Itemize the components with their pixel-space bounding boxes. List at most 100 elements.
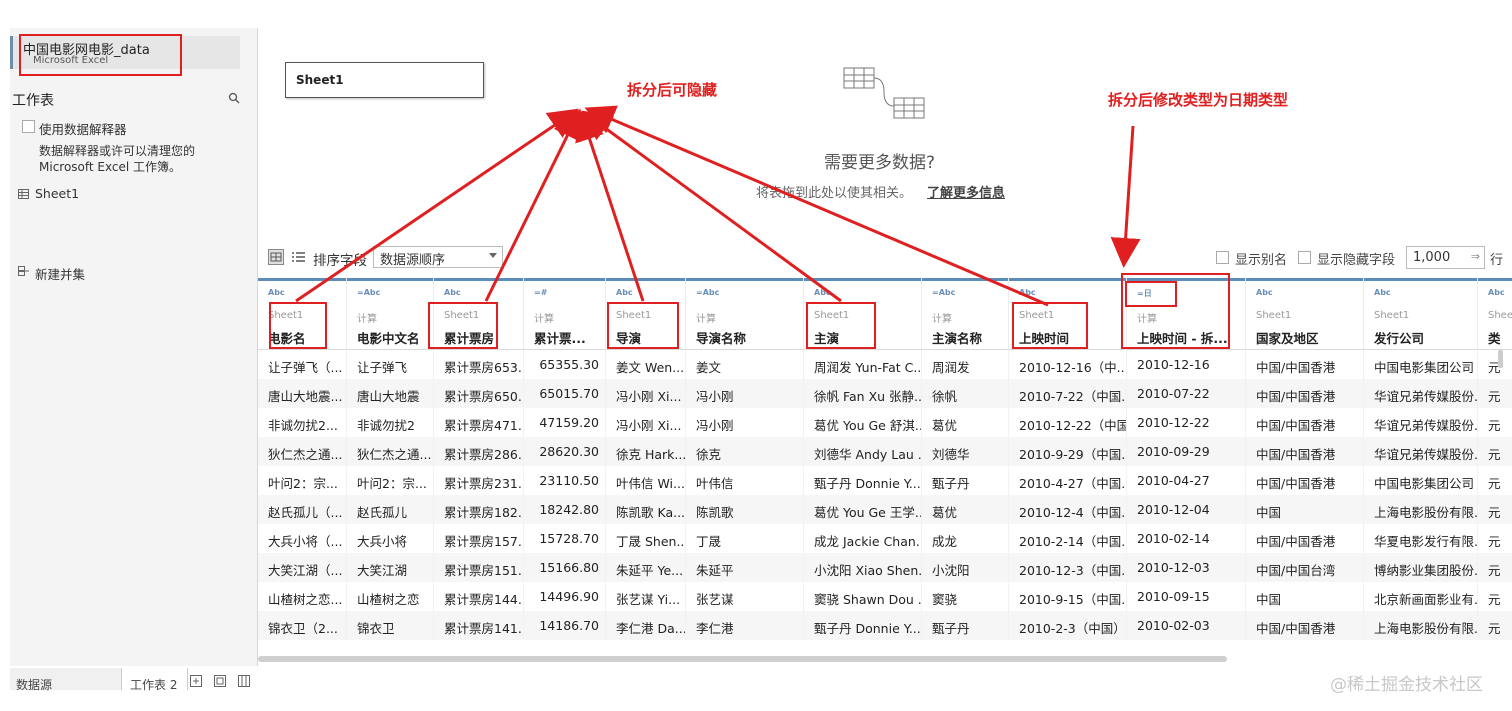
table-cell: 赵氏孤儿（... — [258, 495, 347, 524]
table-cell: 中国 — [1246, 582, 1364, 611]
rows-input[interactable]: 1,000 ⇒ — [1406, 246, 1485, 269]
table-cell: 张艺谋 Yi... — [606, 582, 686, 611]
column-header[interactable]: =Abc 计算 导演名称 — [686, 278, 804, 350]
column-3: =# 计算 累计票... 65355.30 65015.70 47159.20 28620.… — [524, 278, 606, 650]
table-cell: 徐克 Hark... — [606, 437, 686, 466]
column-header[interactable]: Abc Sheet1 主演 — [804, 278, 922, 350]
field-type-icon[interactable]: Abc — [444, 288, 461, 297]
chevron-down-icon — [489, 253, 497, 258]
field-name: 导演名称 — [696, 331, 747, 346]
interpreter-desc-1: 数据解释器或许可以清理您的 — [39, 144, 196, 158]
table-cell: 中国 — [1246, 495, 1364, 524]
new-dashboard-icon[interactable] — [214, 675, 226, 687]
table-cell: 丁晟 Shen... — [606, 524, 686, 553]
table-cell: 华谊兄弟传媒股份... — [1364, 379, 1478, 408]
table-cell: 华夏电影发行有限... — [1364, 524, 1478, 553]
table-cell: 刘德华 Andy Lau ... — [804, 437, 922, 466]
connection-type: Microsoft Excel — [33, 55, 109, 66]
column-12: AbcSheet1类元元元元元元元元元元 — [1478, 278, 1512, 650]
interpreter-checkbox[interactable] — [22, 120, 35, 133]
column-header[interactable]: Abc Sheet1 类 — [1478, 278, 1512, 350]
column-header[interactable]: Abc Sheet1 电影名 — [258, 278, 347, 350]
field-type-icon[interactable]: Abc — [1019, 288, 1036, 297]
field-type-icon[interactable]: =Abc — [696, 288, 719, 297]
field-type-icon[interactable]: Abc — [1488, 288, 1505, 297]
sort-select[interactable]: 数据源顺序 — [373, 246, 503, 268]
table-cell: 2010-12-4（中国... — [1009, 495, 1127, 524]
table-cell: 65355.30 — [524, 350, 606, 379]
table-cell: 2010-02-03 — [1127, 611, 1246, 640]
show-hidden-checkbox[interactable] — [1298, 251, 1311, 264]
table-cell: 徐帆 — [922, 379, 1009, 408]
search-icon[interactable] — [228, 92, 240, 104]
table-cell: 2010-12-3（中国... — [1009, 553, 1127, 582]
column-header[interactable]: =Abc 计算 主演名称 — [922, 278, 1009, 350]
column-1: =Abc 计算 电影中文名 让子弹飞 唐山大地震 非诚勿扰2 狄仁杰之通... 叶问2：宗..… — [347, 278, 434, 650]
header-accent — [347, 278, 433, 281]
table-cell: 中国/中国香港 — [1246, 408, 1364, 437]
table-cell: 2010-12-22 — [1127, 408, 1246, 437]
datasource-tab[interactable]: 数据源 — [10, 668, 122, 692]
data-grid: Abc Sheet1 电影名 让子弹飞（... 唐山大地震... 非诚勿扰2... 狄仁杰之… — [258, 278, 1512, 650]
table-cell: 中国/中国香港 — [1246, 524, 1364, 553]
table-cell: 让子弹飞（... — [258, 350, 347, 379]
field-type-icon[interactable]: Abc — [814, 288, 831, 297]
new-union[interactable]: 新建并集 — [35, 264, 85, 283]
column-header[interactable]: =# 计算 累计票... — [524, 278, 606, 350]
left-pane: 中国电影网电影_data Microsoft Excel 工作表 使用数据解释器… — [10, 28, 258, 666]
sidebar-sheet-item[interactable]: Sheet1 — [35, 186, 79, 201]
column-9: =日 计算 上映时间 - 拆... 2010-12-16 2010-07-22 2010-… — [1127, 278, 1246, 650]
table-cell: 上海电影股份有限... — [1364, 495, 1478, 524]
table-cell: 甄子丹 — [922, 466, 1009, 495]
annotation-split-hide: 拆分后可隐藏 — [627, 81, 718, 99]
table-cell: 14496.90 — [524, 582, 606, 611]
table-cell: 唐山大地震... — [258, 379, 347, 408]
field-type-icon[interactable]: =Abc — [357, 288, 380, 297]
field-name: 主演 — [814, 331, 840, 346]
table-cell: 锦衣卫 — [347, 611, 434, 640]
field-name: 发行公司 — [1374, 331, 1425, 346]
horizontal-scrollbar-thumb[interactable] — [258, 656, 1227, 662]
field-type-icon[interactable]: Abc — [1256, 288, 1273, 297]
field-type-icon[interactable]: Abc — [616, 288, 633, 297]
field-source: Sheet1 — [1374, 310, 1410, 321]
canvas-sheet-box[interactable]: Sheet1 — [285, 62, 484, 98]
table-cell: 元 — [1478, 553, 1512, 582]
field-type-icon[interactable]: =# — [534, 288, 547, 297]
sheet-tab[interactable]: 工作表 2 — [122, 668, 188, 692]
table-cell: 元 — [1478, 611, 1512, 640]
column-header[interactable]: =日 计算 上映时间 - 拆... — [1127, 278, 1246, 350]
new-story-icon[interactable] — [238, 675, 250, 687]
table-cell: 2010-12-22（中国... — [1009, 408, 1127, 437]
table-cell: 成龙 — [922, 524, 1009, 553]
datasource-tab-label: 数据源 — [16, 678, 53, 692]
column-header[interactable]: Abc Sheet1 导演 — [606, 278, 686, 350]
table-cell: 47159.20 — [524, 408, 606, 437]
table-cell: 葛优 — [922, 408, 1009, 437]
arrow-right-icon[interactable]: ⇒ — [1471, 250, 1480, 263]
column-header[interactable]: =Abc 计算 电影中文名 — [347, 278, 434, 350]
field-source: Sheet1 — [1256, 310, 1292, 321]
interpreter-desc-2: Microsoft Excel 工作簿。 — [39, 160, 182, 174]
table-cell: 李仁港 — [686, 611, 804, 640]
field-type-icon[interactable]: =Abc — [932, 288, 955, 297]
header-accent — [804, 278, 921, 281]
new-worksheet-icon[interactable] — [190, 675, 202, 687]
field-type-icon[interactable]: Abc — [268, 288, 285, 297]
grid-view-icon[interactable] — [268, 249, 284, 265]
column-header[interactable]: Abc Sheet1 累计票房 — [434, 278, 524, 350]
column-header[interactable]: Abc Sheet1 发行公司 — [1364, 278, 1478, 350]
table-cell: 窦骁 Shawn Dou ... — [804, 582, 922, 611]
show-alias-checkbox[interactable] — [1216, 251, 1229, 264]
list-view-icon[interactable] — [292, 251, 305, 263]
vertical-scrollbar-thumb[interactable] — [1498, 350, 1503, 368]
learn-more-link[interactable]: 了解更多信息 — [927, 182, 1005, 201]
connection-item[interactable]: 中国电影网电影_data Microsoft Excel — [10, 36, 240, 69]
field-type-icon[interactable]: Abc — [1374, 288, 1391, 297]
column-8: Abc Sheet1 上映时间 2010-12-16（中... 2010-7-22（中国… — [1009, 278, 1127, 650]
table-cell: 2010-4-27（中国... — [1009, 466, 1127, 495]
column-header[interactable]: Abc Sheet1 国家及地区 — [1246, 278, 1364, 350]
field-type-icon[interactable]: =日 — [1137, 288, 1152, 299]
table-cell: 累计票房141... — [434, 611, 524, 640]
column-header[interactable]: Abc Sheet1 上映时间 — [1009, 278, 1127, 350]
